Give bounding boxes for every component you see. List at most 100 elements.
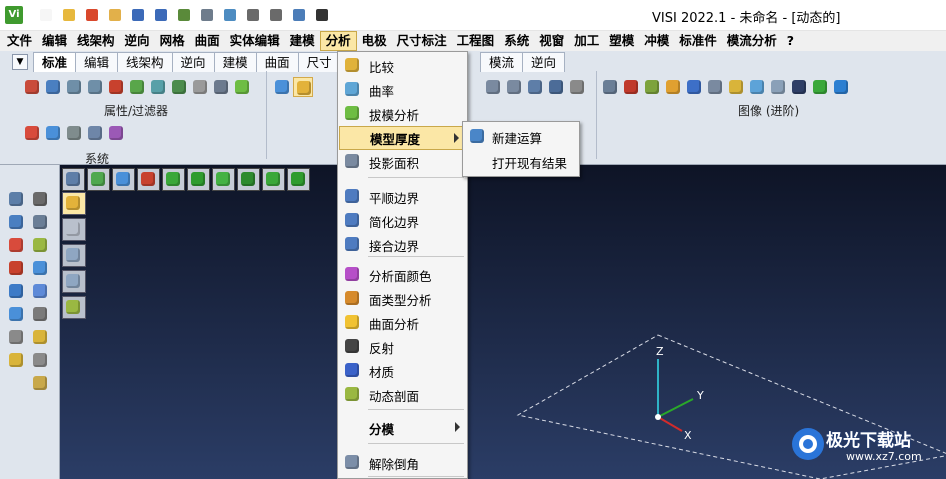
shading-mode-1-icon[interactable] xyxy=(62,218,86,241)
save-icon[interactable] xyxy=(128,5,148,25)
menu-19[interactable]: ? xyxy=(782,31,799,51)
analysis-menu-item-15[interactable]: 解除倒角 xyxy=(339,451,466,475)
menu-7[interactable]: 建模 xyxy=(285,31,320,51)
ribbon-collapse-icon[interactable]: ▼ xyxy=(12,54,28,70)
system-tool-1-icon[interactable] xyxy=(43,123,63,143)
menu-8[interactable]: 分析 xyxy=(319,31,357,51)
analysis-menu-item-3[interactable]: 模型厚度 xyxy=(339,126,466,150)
attr-tool-0-icon[interactable] xyxy=(22,77,42,97)
zoom-icon[interactable] xyxy=(220,5,240,25)
ribbon-tab-3[interactable]: 逆向 xyxy=(171,52,215,72)
shading-mode-2-icon[interactable] xyxy=(62,244,86,267)
analysis-menu-item-7[interactable]: 接合边界 xyxy=(339,233,466,257)
analysis-menu-item-10[interactable]: 曲面分析 xyxy=(339,311,466,335)
image-tool-8-icon[interactable] xyxy=(768,77,788,97)
menu-0[interactable]: 文件 xyxy=(2,31,37,51)
menu-3[interactable]: 逆向 xyxy=(120,31,155,51)
thickness-submenu-item-1[interactable]: 打开现有结果 xyxy=(464,150,578,174)
open-folder-icon[interactable] xyxy=(59,5,79,25)
image-tool-10-icon[interactable] xyxy=(810,77,830,97)
menu-10[interactable]: 尺寸标注 xyxy=(392,31,452,51)
analysis-menu-item-0[interactable]: 比较 xyxy=(339,54,466,78)
display-tool-1-icon[interactable] xyxy=(293,77,313,97)
menu-6[interactable]: 实体编辑 xyxy=(225,31,285,51)
image-tool-1-icon[interactable] xyxy=(621,77,641,97)
attr-tool-8-icon[interactable] xyxy=(190,77,210,97)
ribbon-tab-right-1[interactable]: 逆向 xyxy=(522,52,566,72)
left-tool-b-5-icon[interactable] xyxy=(30,304,50,324)
history-icon[interactable] xyxy=(289,5,309,25)
menu-11[interactable]: 工程图 xyxy=(452,31,500,51)
ribbon-tab-6[interactable]: 尺寸 xyxy=(297,52,341,72)
attr-tool-10-icon[interactable] xyxy=(232,77,252,97)
system-tool-2-icon[interactable] xyxy=(64,123,84,143)
image-tool-3-icon[interactable] xyxy=(663,77,683,97)
image-tool-4-icon[interactable] xyxy=(684,77,704,97)
shading-mode-3-icon[interactable] xyxy=(62,270,86,293)
left-tool-a-5-icon[interactable] xyxy=(6,304,26,324)
left-tool-b-2-icon[interactable] xyxy=(30,235,50,255)
attr-tool-1-icon[interactable] xyxy=(43,77,63,97)
attr-tool-6-icon[interactable] xyxy=(148,77,168,97)
attr-tool-4-icon[interactable] xyxy=(106,77,126,97)
attr-tool-7-icon[interactable] xyxy=(169,77,189,97)
analysis-menu-item-5[interactable]: 平顺边界 xyxy=(339,185,466,209)
redo-icon[interactable] xyxy=(266,5,286,25)
left-tool-a-4-icon[interactable] xyxy=(6,281,26,301)
menu-4[interactable]: 网格 xyxy=(155,31,190,51)
image-tool-7-icon[interactable] xyxy=(747,77,767,97)
left-tool-a-2-icon[interactable] xyxy=(6,235,26,255)
image-tool-5-icon[interactable] xyxy=(705,77,725,97)
menu-15[interactable]: 塑模 xyxy=(604,31,639,51)
system-tool-4-icon[interactable] xyxy=(106,123,126,143)
image-tool-0-icon[interactable] xyxy=(600,77,620,97)
left-tool-b-1-icon[interactable] xyxy=(30,212,50,232)
menu-12[interactable]: 系统 xyxy=(499,31,534,51)
image-tool-9-icon[interactable] xyxy=(789,77,809,97)
left-tool-b-8-icon[interactable] xyxy=(30,373,50,393)
analysis-menu-item-6[interactable]: 简化边界 xyxy=(339,209,466,233)
attr-tool-2-icon[interactable] xyxy=(64,77,84,97)
display-tool-0-icon[interactable] xyxy=(272,77,292,97)
left-tool-b-7-icon[interactable] xyxy=(30,350,50,370)
ribbon-tab-4[interactable]: 建模 xyxy=(213,52,257,72)
undo-icon[interactable] xyxy=(243,5,263,25)
menu-2[interactable]: 线架构 xyxy=(72,31,120,51)
analysis-menu-item-14[interactable]: 分模 xyxy=(339,416,466,440)
attr-tool-3-icon[interactable] xyxy=(85,77,105,97)
ribbon-tab-0[interactable]: 标准 xyxy=(33,52,77,72)
menu-17[interactable]: 标准件 xyxy=(674,31,722,51)
model-tool-4-icon[interactable] xyxy=(567,77,587,97)
export-icon[interactable] xyxy=(174,5,194,25)
system-tool-0-icon[interactable] xyxy=(22,123,42,143)
analysis-menu-item-2[interactable]: 拔模分析 xyxy=(339,102,466,126)
ribbon-tab-1[interactable]: 编辑 xyxy=(75,52,119,72)
ribbon-tab-5[interactable]: 曲面 xyxy=(255,52,299,72)
left-tool-a-3-icon[interactable] xyxy=(6,258,26,278)
analysis-menu-item-13[interactable]: 动态剖面 xyxy=(339,383,466,407)
analysis-menu-item-11[interactable]: 反射 xyxy=(339,335,466,359)
save-as-icon[interactable] xyxy=(151,5,171,25)
attr-tool-9-icon[interactable] xyxy=(211,77,231,97)
print-icon[interactable] xyxy=(197,5,217,25)
model-tool-2-icon[interactable] xyxy=(525,77,545,97)
shading-mode-0-icon[interactable] xyxy=(62,192,86,215)
left-tool-b-0-icon[interactable] xyxy=(30,189,50,209)
shading-mode-4-icon[interactable] xyxy=(62,296,86,319)
image-tool-6-icon[interactable] xyxy=(726,77,746,97)
menu-14[interactable]: 加工 xyxy=(569,31,604,51)
thickness-submenu-item-0[interactable]: 新建运算 xyxy=(464,125,578,149)
analysis-menu-item-12[interactable]: 材质 xyxy=(339,359,466,383)
menu-13[interactable]: 视窗 xyxy=(534,31,569,51)
attr-tool-5-icon[interactable] xyxy=(127,77,147,97)
left-tool-b-4-icon[interactable] xyxy=(30,281,50,301)
left-tool-b-6-icon[interactable] xyxy=(30,327,50,347)
analysis-menu-item-9[interactable]: 面类型分析 xyxy=(339,287,466,311)
import-icon[interactable] xyxy=(82,5,102,25)
left-tool-a-1-icon[interactable] xyxy=(6,212,26,232)
menu-18[interactable]: 模流分析 xyxy=(722,31,782,51)
analysis-menu-item-1[interactable]: 曲率 xyxy=(339,78,466,102)
left-tool-a-0-icon[interactable] xyxy=(6,189,26,209)
menu-9[interactable]: 电极 xyxy=(357,31,392,51)
menu-16[interactable]: 冲模 xyxy=(639,31,674,51)
